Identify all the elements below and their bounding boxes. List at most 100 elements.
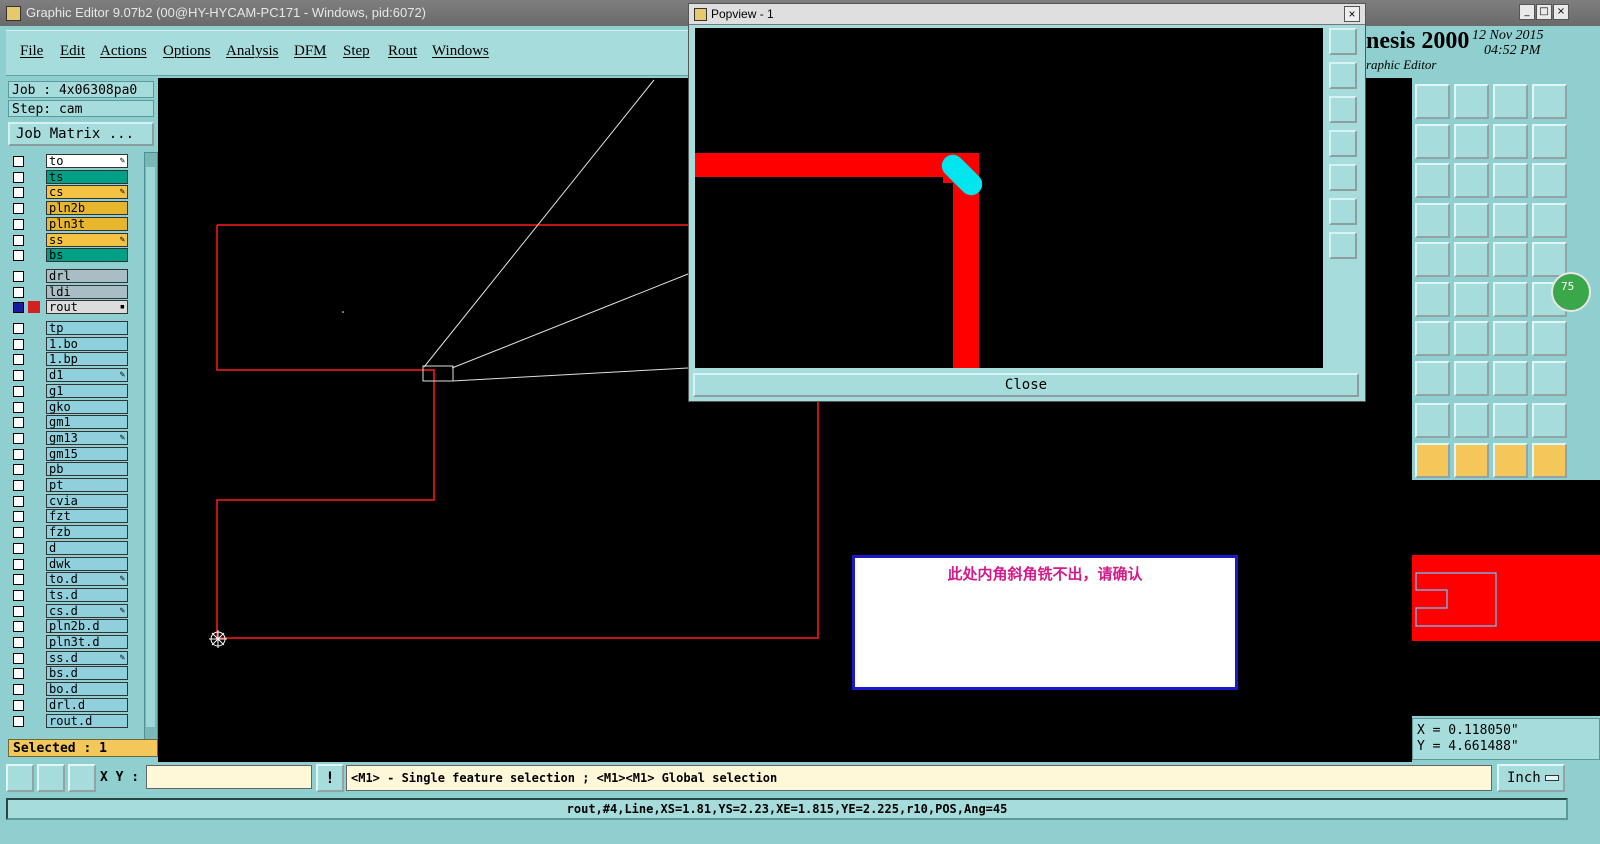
- layer-checkbox[interactable]: [13, 652, 24, 664]
- cursor-box-icon[interactable]: [1454, 442, 1489, 478]
- layer-name[interactable]: pln2b.d: [46, 619, 128, 634]
- layer-row[interactable]: pln3t: [10, 216, 128, 231]
- pan-right-icon[interactable]: [1454, 123, 1489, 159]
- menu-actions[interactable]: Actions: [100, 43, 147, 60]
- layer-name[interactable]: 1.bp: [46, 352, 128, 367]
- layer-checkbox[interactable]: [13, 511, 24, 523]
- triangle-c-icon[interactable]: [1493, 403, 1528, 438]
- unit-selector[interactable]: Inch: [1497, 764, 1565, 792]
- layer-row[interactable]: d1 ✎: [10, 368, 128, 383]
- triangle-d-icon[interactable]: [1532, 403, 1567, 438]
- triangle-b-icon[interactable]: [1454, 403, 1489, 438]
- edit-feature-icon[interactable]: [1454, 242, 1489, 277]
- layer-name[interactable]: rout.d: [46, 713, 128, 728]
- layer-checkbox[interactable]: [13, 527, 24, 539]
- layer-name[interactable]: gko: [46, 399, 128, 414]
- pv-up-icon[interactable]: [1329, 62, 1357, 89]
- scale-icon[interactable]: [1493, 163, 1528, 198]
- layer-row[interactable]: bo.d: [10, 682, 128, 697]
- scrollbar-thumb[interactable]: [146, 167, 155, 727]
- menu-analysis[interactable]: Analysis: [226, 43, 279, 60]
- layer-row[interactable]: 1.bp: [10, 352, 128, 367]
- layer-checkbox[interactable]: [13, 432, 24, 444]
- pad-icon[interactable]: [1454, 202, 1489, 238]
- line-icon[interactable]: [1454, 321, 1489, 356]
- home-icon[interactable]: [1493, 84, 1528, 119]
- layer-row[interactable]: cs ✎: [10, 185, 128, 200]
- layer-row[interactable]: gm15: [10, 446, 128, 461]
- layer-checkbox[interactable]: [13, 668, 24, 680]
- menu-dfm[interactable]: DFM: [294, 43, 327, 60]
- layer-checkbox[interactable]: [13, 417, 24, 429]
- rotate-icon[interactable]: [1493, 321, 1528, 356]
- route-icon[interactable]: [1532, 442, 1567, 478]
- layer-row[interactable]: bs: [10, 248, 128, 263]
- layer-checkbox[interactable]: [13, 495, 24, 507]
- layer-checkbox[interactable]: [13, 234, 24, 246]
- menu-windows[interactable]: Windows: [432, 43, 489, 60]
- layer-row[interactable]: to.d ✎: [10, 572, 128, 587]
- pan-left-icon[interactable]: [1415, 123, 1450, 159]
- layer-checkbox[interactable]: [13, 156, 24, 167]
- layer-checkbox[interactable]: [13, 637, 24, 648]
- mirror-icon[interactable]: [1532, 321, 1567, 356]
- fit-icon[interactable]: [1415, 163, 1450, 198]
- ruler-icon[interactable]: [1493, 242, 1528, 277]
- connect-icon[interactable]: [1415, 281, 1450, 317]
- layer-row[interactable]: tp: [10, 321, 128, 335]
- popview-close-button[interactable]: Close: [693, 373, 1359, 397]
- help-icon[interactable]: [1532, 163, 1567, 198]
- zoom-area-icon[interactable]: [1532, 84, 1567, 119]
- filter-icon[interactable]: [1415, 202, 1450, 238]
- layer-row[interactable]: fzt: [10, 509, 128, 524]
- layer-row[interactable]: pln3t.d: [10, 635, 128, 649]
- layer-name[interactable]: ss ✎: [46, 232, 128, 247]
- pv-fit-icon[interactable]: [1329, 198, 1357, 225]
- layer-row[interactable]: pb: [10, 462, 128, 477]
- layer-name[interactable]: cs.d ✎: [46, 603, 128, 618]
- close-window-button[interactable]: ×: [1553, 4, 1569, 20]
- line-angle-icon[interactable]: [1415, 321, 1450, 356]
- pv-left-icon[interactable]: [1329, 130, 1357, 157]
- swap-icon[interactable]: [1493, 123, 1528, 159]
- layer-checkbox[interactable]: [13, 187, 24, 199]
- layer-name[interactable]: cvia: [46, 493, 128, 508]
- menu-file[interactable]: File: [20, 43, 43, 60]
- move-point-icon[interactable]: [1493, 281, 1528, 317]
- xy-input[interactable]: [146, 765, 312, 789]
- layer-name[interactable]: d1 ✎: [46, 368, 128, 383]
- layer-row[interactable]: ldi: [10, 284, 128, 299]
- select-point-icon[interactable]: [1415, 360, 1450, 396]
- measure-icon[interactable]: [37, 764, 65, 792]
- layer-row[interactable]: bs.d: [10, 666, 128, 681]
- layer-name[interactable]: to.d ✎: [46, 572, 128, 587]
- layer-row[interactable]: pt: [10, 478, 128, 492]
- layer-row[interactable]: gm1: [10, 415, 128, 430]
- layer-name[interactable]: pt: [46, 478, 128, 492]
- layers-a-icon[interactable]: [1493, 202, 1528, 238]
- layer-name[interactable]: fzb: [46, 525, 128, 540]
- menu-edit[interactable]: Edit: [60, 43, 85, 60]
- layer-row[interactable]: rout.d: [10, 713, 128, 728]
- layer-name[interactable]: d: [46, 540, 128, 555]
- layer-name[interactable]: 1.bo: [46, 336, 128, 351]
- layer-checkbox[interactable]: [13, 699, 24, 711]
- layer-row[interactable]: dwk: [10, 556, 128, 571]
- popview-close-x[interactable]: ×: [1344, 6, 1360, 22]
- pv-right-icon[interactable]: [1329, 164, 1357, 191]
- layer-checkbox[interactable]: [13, 286, 24, 298]
- layer-name[interactable]: gm13 ✎: [46, 430, 128, 445]
- copy-icon[interactable]: [1532, 360, 1567, 396]
- pv-zoom-icon[interactable]: [1329, 28, 1357, 55]
- menu-rout[interactable]: Rout: [388, 43, 417, 60]
- slot-icon[interactable]: [1454, 360, 1489, 396]
- overview-panel[interactable]: [1412, 480, 1600, 716]
- layer-name[interactable]: gm1: [46, 415, 128, 430]
- layer-checkbox[interactable]: [13, 621, 24, 633]
- layer-name[interactable]: ldi: [46, 284, 128, 299]
- layer-name[interactable]: pln3t.d: [46, 635, 128, 649]
- layers-b-icon[interactable]: [1532, 202, 1567, 238]
- layer-row[interactable]: ss ✎: [10, 232, 128, 247]
- layer-name[interactable]: tp: [46, 321, 128, 335]
- pad-select-icon[interactable]: [1532, 242, 1567, 277]
